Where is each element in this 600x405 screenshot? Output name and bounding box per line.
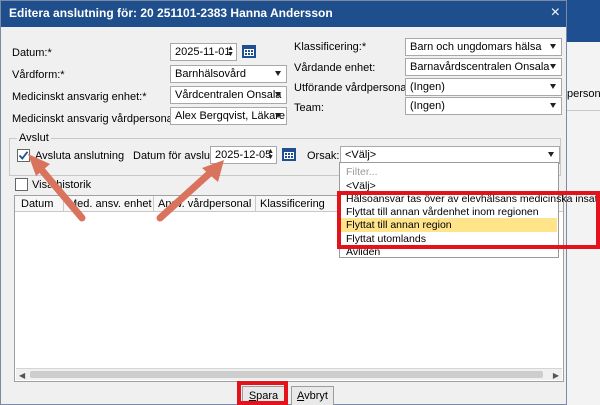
visa-historik-checkbox[interactable] xyxy=(15,178,28,191)
visa-historik-label: Visa historik xyxy=(32,179,92,191)
team-select[interactable]: (Ingen) xyxy=(405,97,562,115)
calendar-icon[interactable] xyxy=(281,146,297,162)
vardande-enhet-select[interactable]: Barnavårdscentralen Onsala xyxy=(405,58,562,76)
datum-field[interactable]: 2025-11-01 ▲ ▼ xyxy=(170,43,237,61)
chevron-down-icon xyxy=(550,64,556,69)
column-header[interactable]: Ansv. vårdpersonal xyxy=(158,198,251,210)
med-enhet-label: Medicinskt ansvarig enhet:* xyxy=(12,91,147,103)
scrollbar-thumb[interactable] xyxy=(30,371,543,378)
checkmark-icon xyxy=(18,151,29,160)
avsluta-label: Avsluta anslutning xyxy=(35,150,125,162)
vardande-enhet-label: Vårdande enhet: xyxy=(294,62,376,74)
calendar-icon[interactable] xyxy=(241,43,257,59)
annotation-box-options xyxy=(337,191,600,249)
spinner-icon[interactable]: ▲ ▼ xyxy=(267,148,274,161)
vardform-select[interactable]: Barnhälsovård xyxy=(170,65,287,83)
med-personal-select[interactable]: Alex Bergqvist, Läkare xyxy=(170,107,287,125)
scroll-left-icon: ◀ xyxy=(19,371,26,380)
chevron-down-icon xyxy=(550,44,556,49)
horizontal-scrollbar[interactable]: ◀ ▶ xyxy=(16,368,562,380)
chevron-down-icon xyxy=(275,113,281,118)
avslut-group-title: Avslut xyxy=(17,132,51,144)
scroll-right-icon: ▶ xyxy=(552,371,559,380)
dialog-title: Editera anslutning för: 20 251101-2383 H… xyxy=(9,6,333,20)
med-enhet-select[interactable]: Vårdcentralen Onsala xyxy=(170,86,287,104)
background-partial-text: person xyxy=(567,88,600,100)
chevron-down-icon xyxy=(275,71,281,76)
avslut-datum-field[interactable]: 2025-12-05 ▲ ▼ xyxy=(210,146,277,164)
column-header[interactable]: Datum xyxy=(21,198,53,210)
dropdown-filter-input[interactable]: Filter... xyxy=(346,166,378,178)
chevron-down-icon xyxy=(275,92,281,97)
klassificering-select[interactable]: Barn och ungdomars hälsa xyxy=(405,38,562,56)
orsak-label: Orsak: xyxy=(307,150,340,162)
avsluta-checkbox[interactable] xyxy=(17,149,30,162)
chevron-down-icon xyxy=(550,84,556,89)
team-label: Team: xyxy=(294,102,324,114)
avslut-datum-label: Datum för avslut: xyxy=(133,150,217,162)
utforande-label: Utförande vårdpersonal: xyxy=(294,82,413,94)
med-personal-label: Medicinskt ansvarig vårdpersonal: xyxy=(12,113,179,125)
cancel-button[interactable]: Avbryt xyxy=(291,386,334,405)
column-header[interactable]: Klassificering xyxy=(260,198,325,210)
datum-label: Datum:* xyxy=(12,47,52,59)
chevron-down-icon xyxy=(550,103,556,108)
utforande-select[interactable]: (Ingen) xyxy=(405,78,562,96)
dialog-titlebar: Editera anslutning för: 20 251101-2383 H… xyxy=(1,1,566,27)
annotation-box-save xyxy=(237,381,288,405)
chevron-down-icon xyxy=(548,152,554,157)
close-icon[interactable]: × xyxy=(551,3,560,23)
vardform-label: Vårdform:* xyxy=(12,69,65,81)
spinner-icon[interactable]: ▲ ▼ xyxy=(227,45,234,58)
column-header[interactable]: Med. ansv. enhet xyxy=(68,198,152,210)
klassificering-label: Klassificering:* xyxy=(294,41,367,53)
